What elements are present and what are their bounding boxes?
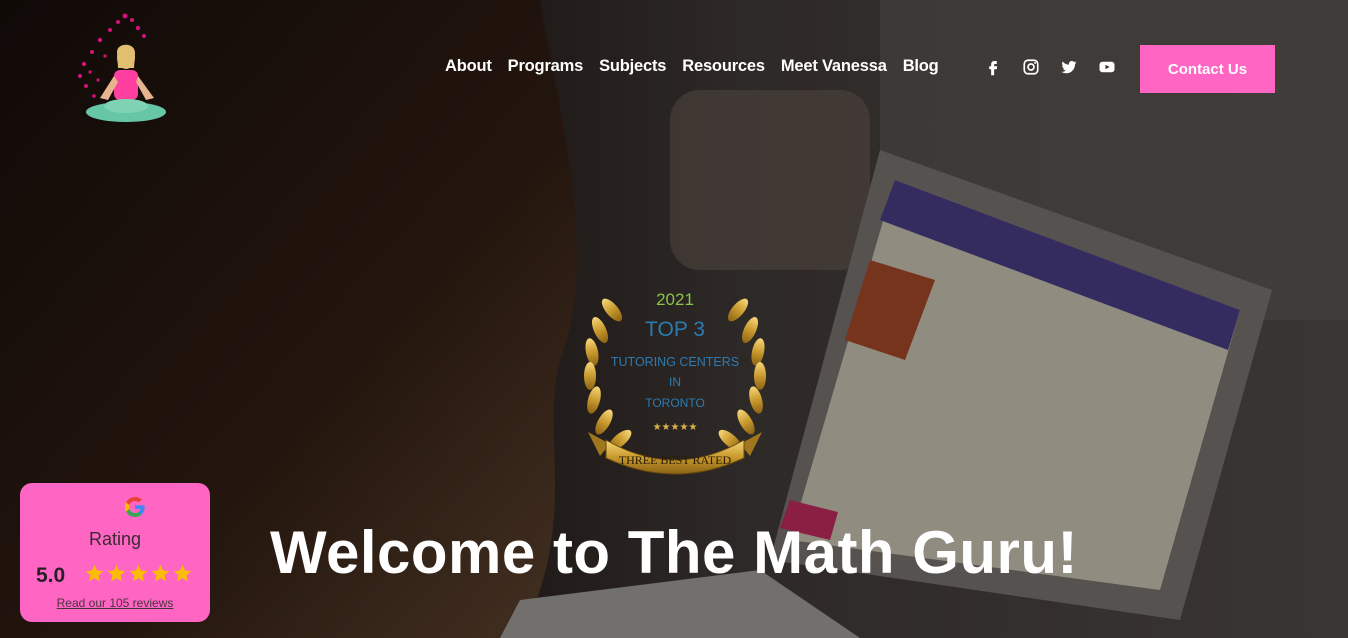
nav-link-meet-vanessa[interactable]: Meet Vanessa (781, 57, 887, 76)
google-rating-widget[interactable]: Rating 5.0 Read our 105 reviews (20, 483, 210, 622)
social-links (984, 58, 1116, 76)
rating-score: 5.0 (36, 564, 66, 587)
hero-section: About Programs Subjects Resources Meet V… (0, 0, 1348, 638)
meditating-guru-logo[interactable] (70, 6, 170, 130)
star-icon (129, 564, 148, 582)
award-rank: TOP 3 (645, 318, 705, 341)
nav-link-subjects[interactable]: Subjects (599, 57, 666, 76)
instagram-icon[interactable] (1022, 58, 1040, 76)
nav-link-blog[interactable]: Blog (903, 57, 939, 76)
star-icon (107, 564, 126, 582)
twitter-icon[interactable] (1060, 58, 1078, 76)
award-stars: ★★★★★ (653, 422, 698, 433)
google-icon (125, 497, 145, 517)
top-3-award-badge: 2021 TOP 3 TUTORING CENTERS IN TORONTO ★… (584, 290, 766, 475)
facebook-icon[interactable] (984, 58, 1002, 76)
nav-link-programs[interactable]: Programs (508, 57, 584, 76)
award-line3: TORONTO (645, 396, 705, 410)
award-line2: IN (669, 375, 681, 389)
nav-link-resources[interactable]: Resources (682, 57, 765, 76)
rating-label: Rating (88, 529, 142, 549)
star-icon (151, 564, 170, 582)
main-nav: About Programs Subjects Resources Meet V… (445, 57, 939, 76)
rating-stars (84, 563, 193, 584)
contact-us-button[interactable]: Contact Us (1140, 45, 1275, 93)
award-ribbon-text: THREE BEST RATED (619, 453, 732, 467)
youtube-icon[interactable] (1098, 58, 1116, 76)
award-year: 2021 (656, 290, 694, 309)
read-reviews-link[interactable]: Read our 105 reviews (20, 596, 210, 610)
star-icon (85, 564, 104, 582)
award-line1: TUTORING CENTERS (611, 355, 739, 369)
nav-link-about[interactable]: About (445, 57, 492, 76)
star-icon (173, 564, 192, 582)
